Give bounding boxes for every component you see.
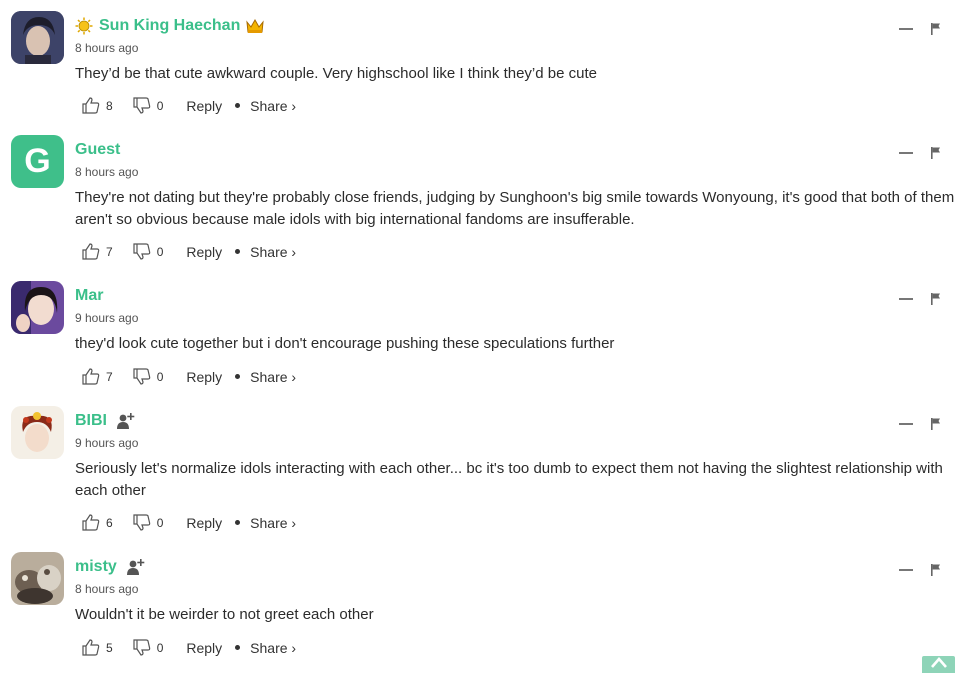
flag-icon[interactable]: [931, 292, 941, 310]
dislike-button[interactable]: 0: [133, 97, 164, 114]
comment-actions: 7 0 Reply Share ›: [82, 243, 296, 260]
dislike-count: 0: [156, 98, 164, 113]
author-name[interactable]: Mar: [75, 287, 103, 305]
dislike-button[interactable]: 0: [133, 514, 164, 531]
avatar-image: [11, 11, 64, 64]
separator-dot: [235, 374, 241, 379]
thumbs-up-icon: [82, 514, 100, 531]
reply-button[interactable]: Reply: [186, 369, 222, 385]
reply-button[interactable]: Reply: [186, 515, 222, 531]
avatar-image: [11, 406, 64, 459]
collapse-icon[interactable]: [899, 28, 913, 30]
add-friend-icon[interactable]: [126, 558, 145, 576]
thumbs-down-icon: [133, 97, 150, 114]
avatar-image: [11, 552, 64, 605]
flag-icon[interactable]: [931, 417, 941, 435]
like-count: 8: [106, 98, 113, 113]
timestamp: 8 hours ago: [75, 165, 139, 179]
share-button[interactable]: Share ›: [250, 640, 296, 656]
collapse-icon[interactable]: [899, 569, 913, 571]
separator-dot: [235, 520, 241, 525]
author-row: Mar: [75, 286, 103, 306]
collapse-icon[interactable]: [899, 152, 913, 154]
timestamp: 8 hours ago: [75, 41, 139, 55]
share-button[interactable]: Share ›: [250, 244, 296, 260]
dislike-count: 0: [156, 369, 164, 384]
dislike-count: 0: [156, 515, 164, 530]
thumbs-up-icon: [82, 368, 100, 385]
dislike-button[interactable]: 0: [133, 639, 164, 656]
thumbs-up-icon: [82, 639, 100, 656]
like-count: 5: [106, 640, 113, 655]
timestamp: 8 hours ago: [75, 582, 139, 596]
separator-dot: [235, 645, 241, 650]
avatar[interactable]: [11, 11, 64, 64]
thumbs-up-icon: [82, 243, 100, 260]
comment-actions: 8 0 Reply Share ›: [82, 97, 296, 114]
author-name[interactable]: Guest: [75, 141, 120, 159]
scroll-to-top-button[interactable]: [922, 656, 955, 673]
thumbs-down-icon: [133, 639, 150, 656]
comment-actions: 7 0 Reply Share ›: [82, 368, 296, 385]
flag-icon[interactable]: [931, 22, 941, 40]
like-count: 7: [106, 244, 113, 259]
reply-button[interactable]: Reply: [186, 244, 222, 260]
like-button[interactable]: 8: [82, 97, 113, 114]
collapse-icon[interactable]: [899, 423, 913, 425]
reply-button[interactable]: Reply: [186, 98, 222, 114]
author-name[interactable]: misty: [75, 558, 117, 576]
avatar[interactable]: [11, 406, 64, 459]
like-count: 6: [106, 515, 113, 530]
dislike-count: 0: [156, 244, 164, 259]
add-friend-icon[interactable]: [117, 412, 135, 430]
thumbs-down-icon: [133, 368, 150, 385]
avatar[interactable]: [11, 552, 64, 605]
thumbs-down-icon: [133, 243, 150, 260]
comment-text: They’d be that cute awkward couple. Very…: [75, 65, 597, 82]
like-button[interactable]: 5: [82, 639, 113, 656]
separator-dot: [235, 249, 241, 254]
author-row: misty: [75, 557, 145, 577]
collapse-icon[interactable]: [899, 298, 913, 300]
comment-actions: 6 0 Reply Share ›: [82, 514, 296, 531]
dislike-button[interactable]: 0: [133, 243, 164, 260]
crown-icon: [246, 18, 265, 34]
flag-icon[interactable]: [931, 146, 941, 164]
timestamp: 9 hours ago: [75, 311, 139, 325]
like-button[interactable]: 7: [82, 243, 113, 260]
arrow-up-icon: [930, 657, 947, 668]
share-button[interactable]: Share ›: [250, 98, 296, 114]
timestamp: 9 hours ago: [75, 436, 139, 450]
avatar[interactable]: [11, 281, 64, 334]
avatar[interactable]: G: [11, 135, 64, 188]
author-row: BIBI: [75, 411, 135, 431]
like-button[interactable]: 7: [82, 368, 113, 385]
dislike-count: 0: [156, 640, 164, 655]
avatar-image: [11, 281, 64, 334]
share-button[interactable]: Share ›: [250, 515, 296, 531]
sun-icon: [75, 17, 93, 35]
author-name[interactable]: BIBI: [75, 412, 107, 430]
comment-text: Seriously let's normalize idols interact…: [75, 460, 943, 499]
comment-text: They're not dating but they're probably …: [75, 189, 955, 228]
thumbs-down-icon: [133, 514, 150, 531]
thumbs-up-icon: [82, 97, 100, 114]
reply-button[interactable]: Reply: [186, 640, 222, 656]
comment-text: they'd look cute together but i don't en…: [75, 335, 615, 352]
comment-actions: 5 0 Reply Share ›: [82, 639, 296, 656]
like-count: 7: [106, 369, 113, 384]
like-button[interactable]: 6: [82, 514, 113, 531]
separator-dot: [235, 103, 241, 108]
flag-icon[interactable]: [931, 563, 941, 581]
share-button[interactable]: Share ›: [250, 369, 296, 385]
author-row: Guest: [75, 140, 120, 160]
dislike-button[interactable]: 0: [133, 368, 164, 385]
author-row: Sun King Haechan: [75, 16, 265, 36]
comment-text: Wouldn't it be weirder to not greet each…: [75, 606, 374, 623]
author-name[interactable]: Sun King Haechan: [99, 17, 240, 35]
